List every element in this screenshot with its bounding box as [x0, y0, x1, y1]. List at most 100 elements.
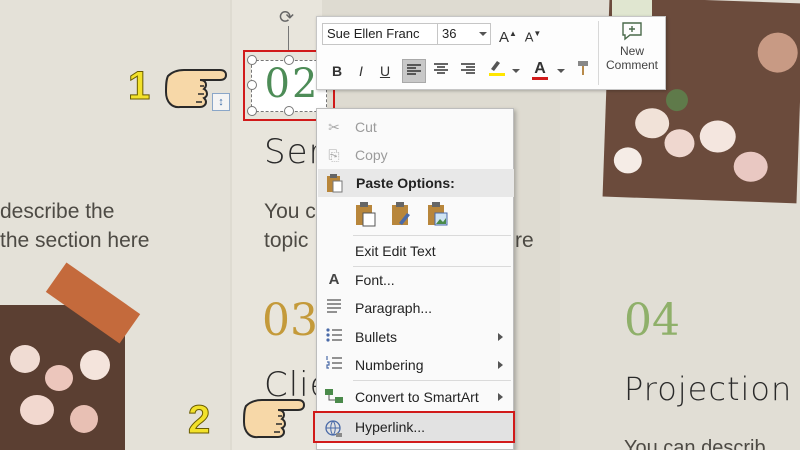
chevron-down-icon[interactable]	[557, 69, 565, 73]
left-body-text-1: describe the	[0, 200, 115, 223]
pointing-hand-icon	[242, 399, 306, 439]
resize-handle-left[interactable]	[247, 80, 257, 90]
scissors-icon: ✂	[328, 119, 340, 135]
chevron-down-icon[interactable]	[512, 69, 520, 73]
submenu-arrow-icon	[498, 393, 503, 401]
menu-item-hyperlink[interactable]: Hyperlink...	[313, 411, 515, 443]
paste-options-header: Paste Options:	[318, 169, 514, 197]
rotate-handle-icon[interactable]: ⟳	[279, 8, 297, 26]
left-body-text-2: the section here	[0, 229, 150, 252]
smartart-icon	[324, 387, 344, 407]
flower-decoration	[663, 128, 695, 158]
submenu-arrow-icon	[498, 333, 503, 341]
menu-divider	[353, 380, 511, 381]
menu-item-cut-label: Cut	[355, 119, 377, 135]
highlighter-icon	[489, 61, 505, 76]
flower-decoration	[613, 146, 643, 174]
menu-item-numbering-label: Numbering	[355, 357, 424, 373]
font-name-dropdown[interactable]: Sue Ellen Franc	[322, 23, 449, 45]
menu-divider	[353, 235, 511, 236]
clipboard-icon	[324, 173, 344, 202]
new-comment-label: New Comment	[605, 44, 658, 72]
format-painter-button[interactable]	[572, 59, 594, 83]
middle-body-text-2: topic	[264, 229, 309, 252]
flower-decoration	[699, 119, 737, 154]
paragraph-icon	[324, 298, 344, 318]
flower-decoration	[20, 395, 54, 425]
right-body-text: You can describ	[624, 437, 766, 450]
comment-icon	[622, 22, 642, 41]
align-center-button[interactable]	[429, 59, 453, 83]
menu-item-paragraph-label: Paragraph...	[355, 300, 433, 316]
context-menu: ✂ Cut ⎘ Copy Paste Options: Exit Edit Te…	[316, 108, 514, 450]
font-color-icon: A	[534, 60, 546, 77]
align-left-button[interactable]	[402, 59, 426, 83]
font-color-swatch	[532, 77, 548, 80]
resize-handle-top[interactable]	[284, 55, 294, 65]
grow-font-button[interactable]: A▲	[497, 22, 519, 46]
numbering-icon	[324, 355, 344, 375]
step-number-1: 1	[127, 64, 151, 109]
section-number-03: 03	[262, 295, 318, 346]
align-left-icon	[407, 64, 421, 75]
section-number-04: 04	[624, 295, 680, 346]
grow-font-icon: A	[499, 29, 510, 46]
font-size-dropdown[interactable]: 36	[437, 23, 491, 45]
menu-item-exit-edit-text[interactable]: Exit Edit Text	[317, 237, 513, 265]
paste-as-picture-icon[interactable]	[425, 201, 449, 227]
menu-item-cut[interactable]: ✂ Cut	[317, 113, 513, 141]
menu-item-copy[interactable]: ⎘ Copy	[317, 141, 513, 169]
menu-item-convert-smartart[interactable]: Convert to SmartArt	[317, 383, 513, 411]
menu-item-font-label: Font...	[355, 272, 395, 288]
menu-item-convert-smartart-label: Convert to SmartArt	[355, 389, 479, 405]
align-right-icon	[461, 63, 475, 74]
highlight-color-button[interactable]	[485, 57, 509, 81]
step-number-2: 2	[187, 398, 211, 443]
leaf-decoration	[665, 88, 689, 112]
textbox-number-text[interactable]: 02	[262, 61, 322, 107]
copy-icon: ⎘	[328, 147, 340, 163]
menu-item-paragraph[interactable]: Paragraph...	[317, 294, 513, 322]
font-size-value: 36	[442, 26, 457, 41]
menu-item-font[interactable]: A Font...	[317, 266, 513, 294]
flower-decoration	[733, 151, 769, 183]
flower-decoration	[634, 107, 670, 139]
menu-item-copy-label: Copy	[355, 147, 388, 163]
chevron-down-icon	[479, 32, 487, 36]
pointing-hand-icon	[164, 69, 228, 109]
align-right-button[interactable]	[456, 59, 480, 83]
flower-decoration	[757, 31, 799, 74]
font-color-button[interactable]: A	[529, 57, 551, 81]
menu-item-numbering[interactable]: Numbering	[317, 351, 513, 379]
projection-title: Projection	[624, 370, 793, 408]
align-center-icon	[434, 63, 448, 74]
toolbar-divider	[598, 21, 599, 85]
middle-body-text-1: You c	[264, 200, 316, 223]
new-comment-button[interactable]: New Comment	[602, 21, 662, 72]
format-painter-icon	[578, 61, 588, 75]
paste-options-label: Paste Options:	[356, 175, 455, 191]
resize-handle-bottom[interactable]	[284, 106, 294, 116]
bullets-icon	[324, 327, 344, 347]
font-name-value: Sue Ellen Franc	[327, 26, 420, 41]
paste-use-destination-theme-icon[interactable]	[353, 201, 377, 227]
shrink-font-button[interactable]: A▼	[522, 22, 544, 46]
resize-handle-bottom-left[interactable]	[247, 106, 257, 116]
middle-body-text-suffix: re	[515, 229, 534, 252]
underline-button[interactable]: U	[375, 59, 395, 83]
flower-decoration	[70, 405, 98, 433]
hyperlink-globe-icon	[324, 419, 344, 444]
bold-button[interactable]: B	[327, 59, 347, 83]
rotate-handle-line	[288, 26, 289, 52]
mini-formatting-toolbar: Sue Ellen Franc 36 A▲ A▼ B I U A New Com…	[316, 16, 666, 90]
resize-handle-top-left[interactable]	[247, 55, 257, 65]
submenu-arrow-icon	[498, 361, 503, 369]
menu-item-hyperlink-label: Hyperlink...	[355, 419, 426, 435]
menu-item-exit-edit-text-label: Exit Edit Text	[355, 243, 436, 259]
paste-keep-source-formatting-icon[interactable]	[389, 201, 413, 227]
menu-item-bullets-label: Bullets	[355, 329, 398, 345]
font-icon: A	[328, 271, 340, 288]
italic-button[interactable]: I	[351, 59, 371, 83]
menu-item-bullets[interactable]: Bullets	[317, 323, 513, 351]
flower-decoration	[80, 350, 110, 380]
